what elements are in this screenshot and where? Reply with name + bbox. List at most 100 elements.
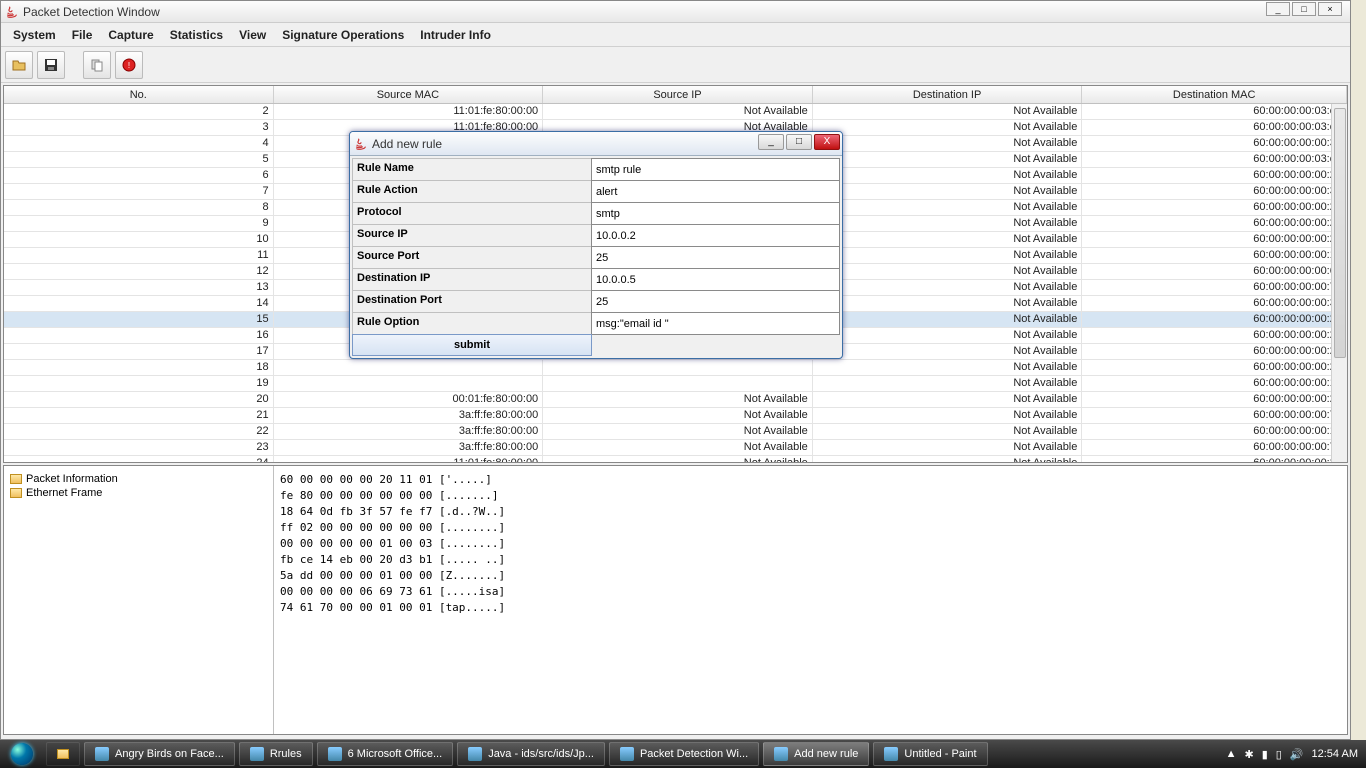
col-destination-mac[interactable]: Destination MAC [1082,86,1347,103]
cell-dmac: 60:00:00:00:03:eb [1082,120,1347,135]
submit-button[interactable]: submit [352,334,592,356]
taskbar-task[interactable]: Java - ids/src/ids/Jp... [457,742,605,766]
col-source-ip[interactable]: Source IP [543,86,813,103]
cell-dip: Not Available [813,456,1083,463]
cell-dmac: 60:00:00:00:00:38 [1082,296,1347,311]
cell-dmac: 60:00:00:00:00:24 [1082,392,1347,407]
battery-icon[interactable]: ▯ [1276,748,1282,761]
dialog-maximize-button[interactable]: □ [786,134,812,150]
tree-ethernet-frame[interactable]: Ethernet Frame [10,486,267,500]
window-controls: _ □ × [1264,2,1342,16]
minimize-button[interactable]: _ [1266,2,1290,16]
task-label: Rrules [270,748,302,760]
taskbar-task[interactable]: Angry Birds on Face... [84,742,235,766]
taskbar-task[interactable]: Packet Detection Wi... [609,742,759,766]
copy-button[interactable] [83,51,111,79]
alert-button[interactable]: ! [115,51,143,79]
menu-capture[interactable]: Capture [100,24,161,46]
menu-system[interactable]: System [5,24,64,46]
task-label: 6 Microsoft Office... [348,748,443,760]
field-input[interactable] [591,268,840,291]
dialog-minimize-button[interactable]: _ [758,134,784,150]
cell-dip: Not Available [813,136,1083,151]
cell-no: 12 [4,264,274,279]
task-icon [774,747,788,761]
scrollbar[interactable] [1331,104,1347,462]
cell-no: 4 [4,136,274,151]
taskbar-task[interactable]: Untitled - Paint [873,742,987,766]
cell-dip: Not Available [813,440,1083,455]
field-label: Rule Name [352,158,592,181]
bluetooth-icon[interactable]: ✱ [1244,748,1253,761]
cell-dmac: 60:00:00:00:00:23 [1082,232,1347,247]
table-row[interactable]: 211:01:fe:80:00:00Not AvailableNot Avail… [4,104,1347,120]
field-input[interactable] [591,158,840,181]
cell-dip: Not Available [813,104,1083,119]
dialog-body: Rule NameRule ActionProtocolSource IPSou… [350,156,842,358]
toolbar: ! [1,47,1350,83]
dump-line: ff 02 00 00 00 00 00 00 [........] [280,520,1341,536]
dump-line: 5a dd 00 00 00 01 00 00 [Z.......] [280,568,1341,584]
dump-line: fb ce 14 eb 00 20 d3 b1 [..... ..] [280,552,1341,568]
dump-line: 74 61 70 00 00 01 00 01 [tap.....] [280,600,1341,616]
dialog-titlebar[interactable]: Add new rule _ □ X [350,132,842,156]
volume-icon[interactable]: 🔊 [1290,748,1304,761]
cell-dmac: 60:00:00:00:03:eb [1082,152,1347,167]
field-input[interactable] [591,224,840,247]
menu-statistics[interactable]: Statistics [162,24,231,46]
pinned-explorer[interactable] [46,742,80,766]
cell-sip: Not Available [543,424,813,439]
taskbar-task[interactable]: Rrules [239,742,313,766]
taskbar-task[interactable]: Add new rule [763,742,869,766]
table-row[interactable]: 19Not Available60:00:00:00:00:18 [4,376,1347,392]
field-input[interactable] [591,180,840,203]
clock[interactable]: 12:54 AM [1312,748,1358,760]
field-label: Destination Port [352,290,592,313]
folder-icon [57,749,69,759]
cell-dip: Not Available [813,328,1083,343]
dialog-close-button[interactable]: X [814,134,840,150]
start-button[interactable] [0,740,44,768]
menu-signature-operations[interactable]: Signature Operations [274,24,412,46]
close-button[interactable]: × [1318,2,1342,16]
cell-dmac: 60:00:00:00:00:18 [1082,248,1347,263]
field-input[interactable] [591,246,840,269]
tree-packet-info[interactable]: Packet Information [10,472,267,486]
field-input[interactable] [591,290,840,313]
cell-dip: Not Available [813,248,1083,263]
scrollbar-thumb[interactable] [1334,108,1346,358]
col-destination-ip[interactable]: Destination IP [813,86,1083,103]
task-label: Packet Detection Wi... [640,748,748,760]
field-input[interactable] [591,312,840,335]
maximize-button[interactable]: □ [1292,2,1316,16]
menu-file[interactable]: File [64,24,101,46]
java-icon [5,5,19,19]
table-row[interactable]: 233a:ff:fe:80:00:00Not AvailableNot Avai… [4,440,1347,456]
table-row[interactable]: 2411:01:fe:80:00:00Not AvailableNot Avai… [4,456,1347,463]
cell-dmac: 60:00:00:00:00:60 [1082,264,1347,279]
cell-no: 19 [4,376,274,391]
table-row[interactable]: 18Not Available60:00:00:00:00:23 [4,360,1347,376]
menu-view[interactable]: View [231,24,274,46]
dump-line: 18 64 0d fb 3f 57 fe f7 [.d..?W..] [280,504,1341,520]
open-button[interactable] [5,51,33,79]
col-source-mac[interactable]: Source MAC [274,86,544,103]
taskbar-task[interactable]: 6 Microsoft Office... [317,742,454,766]
cell-no: 24 [4,456,274,463]
cell-no: 6 [4,168,274,183]
tray-up-icon[interactable]: ▲ [1226,748,1237,760]
system-tray[interactable]: ▲ ✱ ▮ ▯ 🔊 12:54 AM [1226,748,1366,761]
field-input[interactable] [591,202,840,225]
col-no[interactable]: No. [4,86,274,103]
menu-intruder-info[interactable]: Intruder Info [412,24,499,46]
table-row[interactable]: 213a:ff:fe:80:00:00Not AvailableNot Avai… [4,408,1347,424]
table-row[interactable]: 2000:01:fe:80:00:00Not AvailableNot Avai… [4,392,1347,408]
tree-view[interactable]: Packet Information Ethernet Frame [4,466,274,734]
save-button[interactable] [37,51,65,79]
network-icon[interactable]: ▮ [1262,748,1268,761]
cell-dmac: 60:00:00:00:00:24 [1082,200,1347,215]
table-row[interactable]: 223a:ff:fe:80:00:00Not AvailableNot Avai… [4,424,1347,440]
dump-line: fe 80 00 00 00 00 00 00 [.......] [280,488,1341,504]
cell-no: 13 [4,280,274,295]
cell-smac [274,376,544,391]
